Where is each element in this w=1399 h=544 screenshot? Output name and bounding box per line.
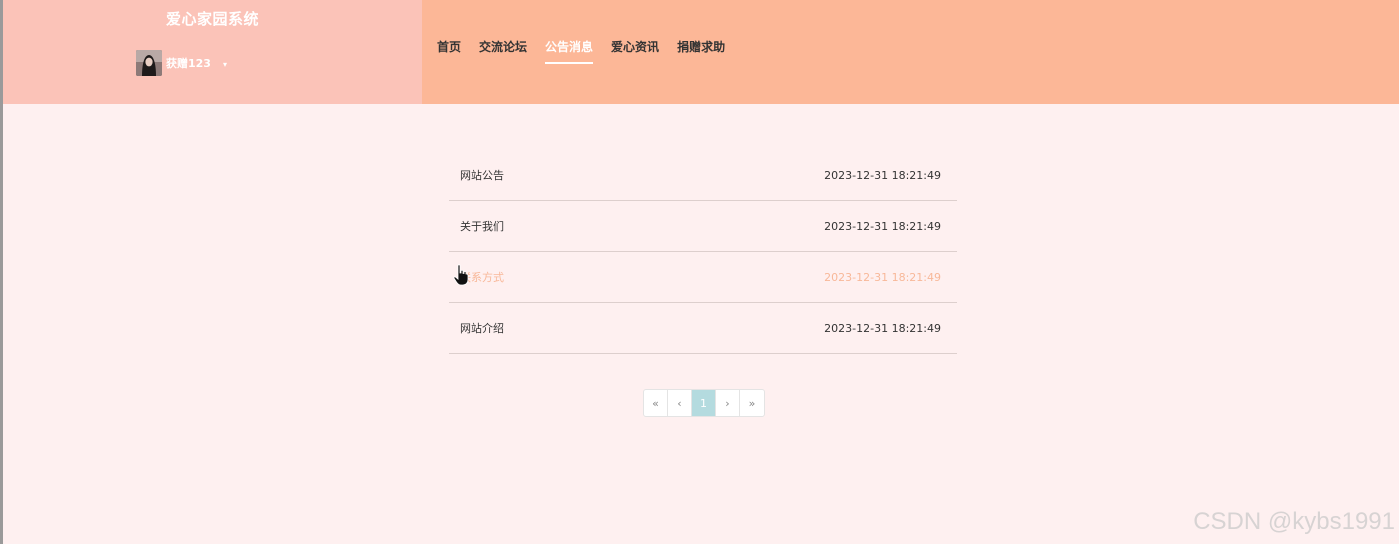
hand-cursor-icon (453, 264, 469, 286)
notice-title: 网站公告 (460, 169, 504, 182)
nav-item-forum[interactable]: 交流论坛 (479, 38, 527, 64)
notice-title: 网站介绍 (460, 322, 504, 335)
notice-list: 网站公告 2023-12-31 18:21:49 关于我们 2023-12-31… (449, 150, 957, 354)
username: 获赠123 (166, 57, 211, 70)
nav-item-donation[interactable]: 捐赠求助 (677, 38, 725, 64)
watermark: CSDN @kybs1991 (1193, 508, 1395, 535)
list-item[interactable]: 联系方式 2023-12-31 18:21:49 (449, 252, 957, 303)
user-menu[interactable]: 获赠123 ▾ (136, 50, 227, 76)
nav-item-home[interactable]: 首页 (437, 38, 461, 64)
notice-title: 关于我们 (460, 220, 504, 233)
page-number-button[interactable]: 1 (692, 390, 716, 416)
list-item[interactable]: 网站介绍 2023-12-31 18:21:49 (449, 303, 957, 354)
pagination: « ‹ 1 › » (643, 389, 765, 417)
list-item[interactable]: 网站公告 2023-12-31 18:21:49 (449, 150, 957, 201)
header: 爱心家园系统 获赠123 ▾ 首页 交流论坛 公告消息 爱心资讯 捐赠求助 (3, 0, 1399, 104)
notice-time: 2023-12-31 18:21:49 (824, 321, 941, 335)
first-page-button[interactable]: « (644, 390, 668, 416)
avatar (136, 50, 162, 76)
site-title: 爱心家园系统 (165, 10, 259, 28)
notice-time: 2023-12-31 18:21:49 (824, 219, 941, 233)
main-nav: 首页 交流论坛 公告消息 爱心资讯 捐赠求助 (437, 38, 743, 64)
last-page-button[interactable]: » (740, 390, 764, 416)
list-item[interactable]: 关于我们 2023-12-31 18:21:49 (449, 201, 957, 252)
next-page-button[interactable]: › (716, 390, 740, 416)
brand-panel: 爱心家园系统 获赠123 ▾ (3, 0, 422, 104)
prev-page-button[interactable]: ‹ (668, 390, 692, 416)
chevron-down-icon[interactable]: ▾ (223, 60, 227, 69)
nav-item-announcements[interactable]: 公告消息 (545, 38, 594, 64)
notice-time: 2023-12-31 18:21:49 (824, 270, 941, 284)
notice-time: 2023-12-31 18:21:49 (824, 168, 941, 182)
nav-item-news[interactable]: 爱心资讯 (611, 38, 659, 64)
page: 爱心家园系统 获赠123 ▾ 首页 交流论坛 公告消息 爱心资讯 捐赠求助 网站… (0, 0, 1399, 544)
